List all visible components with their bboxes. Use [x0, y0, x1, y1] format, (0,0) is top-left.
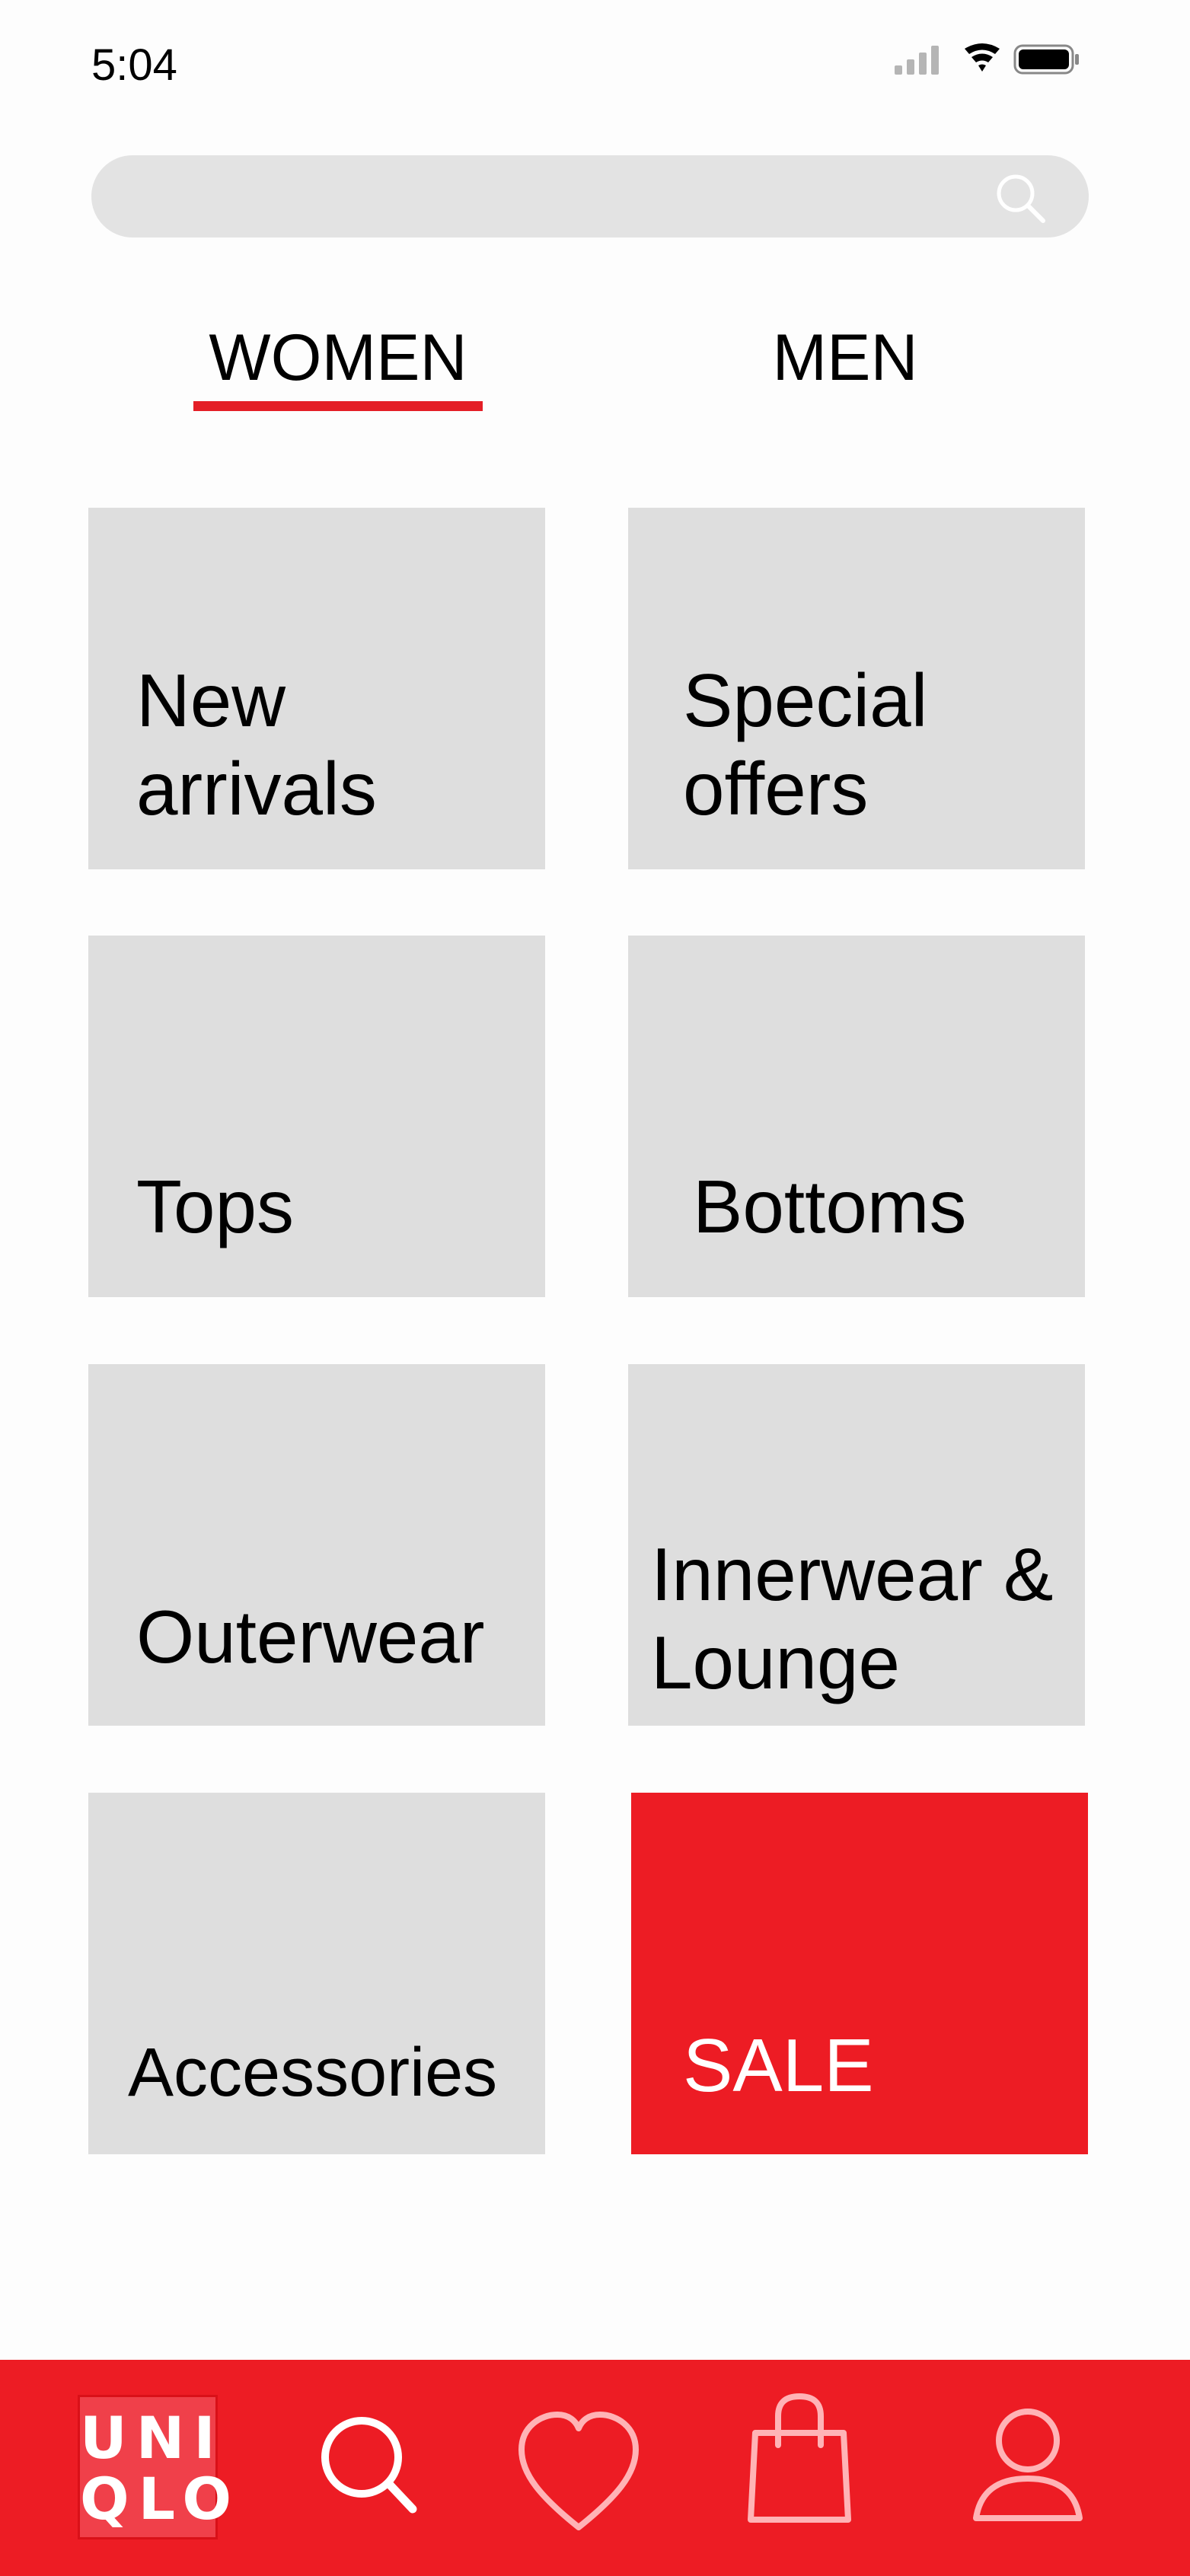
shopping-bag-icon: [748, 2393, 851, 2523]
nav-profile-button[interactable]: [944, 2360, 1112, 2576]
nav-favorites-button[interactable]: [495, 2360, 662, 2576]
nav-cart-button[interactable]: [716, 2360, 883, 2576]
heart-icon: [518, 2412, 639, 2530]
category-label-line2: Lounge: [651, 1621, 901, 1704]
logo-line2: QLO: [80, 2465, 241, 2533]
status-time: 5:04: [91, 40, 177, 90]
status-bar: 5:04: [0, 0, 1190, 137]
category-label-line1: New: [136, 658, 286, 742]
search-icon[interactable]: [993, 171, 1048, 225]
category-label: New arrivals: [136, 656, 377, 833]
category-sale[interactable]: SALE: [631, 1793, 1088, 2154]
category-label-line2: arrivals: [136, 747, 377, 831]
category-label: Special offers: [683, 656, 927, 833]
status-icons: [895, 43, 1123, 76]
category-accessories[interactable]: Accessories: [88, 1793, 545, 2154]
category-outerwear[interactable]: Outerwear: [88, 1364, 545, 1726]
category-special-offers[interactable]: Special offers: [628, 508, 1085, 869]
tab-women-label: WOMEN: [209, 321, 467, 394]
category-label: Bottoms: [693, 1165, 967, 1248]
logo-line1: UNI: [80, 2404, 225, 2472]
category-label: Accessories: [128, 2035, 498, 2111]
category-label-line1: Special: [683, 658, 928, 742]
category-bottoms[interactable]: Bottoms: [628, 936, 1085, 1297]
search-input[interactable]: [122, 155, 978, 239]
category-label-line1: Innerwear &: [651, 1532, 1054, 1616]
category-tops[interactable]: Tops: [88, 936, 545, 1297]
category-label: Tops: [136, 1165, 295, 1248]
battery-icon: [1013, 44, 1079, 75]
category-label: SALE: [683, 2023, 874, 2107]
category-new-arrivals[interactable]: New arrivals: [88, 508, 545, 869]
category-label-line2: offers: [683, 747, 869, 831]
search-icon: [321, 2417, 417, 2514]
category-label: Outerwear: [136, 1595, 485, 1679]
search-bar[interactable]: [91, 155, 1089, 239]
nav-search-button[interactable]: [282, 2360, 449, 2576]
category-innerwear-lounge[interactable]: Innerwear & Lounge: [628, 1364, 1085, 1726]
tab-men[interactable]: MEN: [700, 312, 990, 411]
tab-women[interactable]: WOMEN: [193, 312, 483, 411]
bottom-nav: UNI QLO: [0, 2360, 1190, 2576]
profile-icon: [973, 2409, 1083, 2521]
wifi-icon: [965, 43, 1000, 72]
tab-men-label: MEN: [772, 321, 918, 394]
uniqlo-logo[interactable]: UNI QLO: [78, 2395, 241, 2539]
cellular-signal-icon: [895, 46, 939, 75]
category-label: Innerwear & Lounge: [651, 1530, 1053, 1707]
tab-selected-underline: [193, 401, 483, 411]
